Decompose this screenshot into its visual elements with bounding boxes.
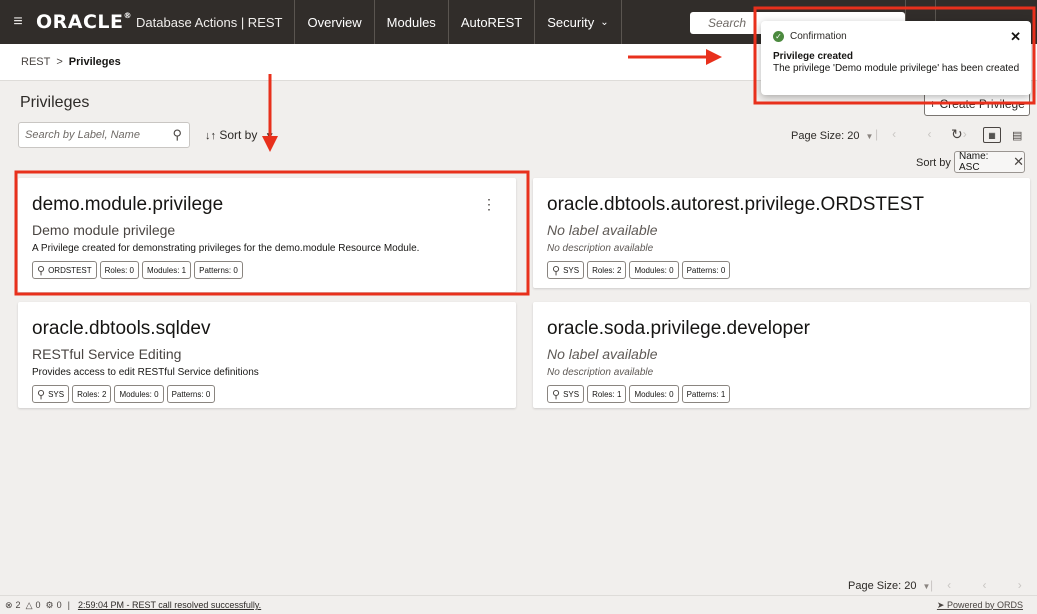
more-options-icon[interactable]: ⋮ bbox=[482, 196, 496, 213]
user-icon: ⚲ bbox=[552, 388, 561, 401]
close-icon[interactable]: ✕ bbox=[1010, 29, 1021, 45]
roles-chip: Roles: 1 bbox=[587, 385, 627, 403]
status-divider: | bbox=[67, 600, 70, 610]
privilege-card[interactable]: demo.module.privilege ⋮ Demo module priv… bbox=[18, 178, 516, 292]
card-chips: ⚲ ORDSTEST Roles: 0 Modules: 1 Patterns: … bbox=[32, 261, 246, 279]
sort-by-label: Sort by bbox=[219, 128, 258, 142]
search-input[interactable]: Search by Label, Name ⚲ bbox=[18, 122, 190, 148]
nav-security[interactable]: Security ⌄ bbox=[534, 0, 622, 44]
privilege-label: No label available bbox=[547, 222, 658, 238]
user-icon: ⚲ bbox=[37, 264, 46, 277]
owner-chip: ⚲ SYS bbox=[547, 261, 585, 279]
privilege-description: No description available bbox=[547, 367, 654, 378]
privilege-card[interactable]: oracle.dbtools.sqldev RESTful Service Ed… bbox=[18, 302, 516, 408]
status-bar: ⊗ 2 △ 0 ⚙ 0 | 2:59:04 PM - REST call res… bbox=[0, 595, 1037, 614]
nav-modules[interactable]: Modules bbox=[373, 0, 448, 44]
breadcrumb-separator: > bbox=[56, 56, 63, 68]
toast-header: ✓ Confirmation bbox=[773, 31, 847, 42]
privilege-card[interactable]: oracle.dbtools.autorest.privilege.ORDSTE… bbox=[533, 178, 1030, 288]
sort-by-button[interactable]: ↓↑ Sort by ▼ bbox=[205, 128, 275, 142]
powered-by-link[interactable]: ➤ Powered by ORDS bbox=[937, 600, 1023, 611]
chevron-down-icon: ⌄ bbox=[600, 16, 609, 28]
refresh-icon[interactable]: ↻ bbox=[951, 126, 963, 143]
roles-chip: Roles: 0 bbox=[99, 261, 139, 279]
confirmation-toast: ✓ Confirmation ✕ Privilege created The pr… bbox=[761, 21, 1031, 95]
caret-down-icon: ▼ bbox=[264, 131, 275, 142]
patterns-chip: Patterns: 1 bbox=[681, 385, 731, 403]
sort-icon: ↓↑ bbox=[205, 130, 216, 142]
rocket-icon: ➤ bbox=[936, 599, 947, 610]
close-icon[interactable]: ✕ bbox=[1013, 154, 1024, 170]
create-privilege-button[interactable]: + Create Privilege bbox=[924, 92, 1030, 116]
pagination-controls[interactable]: |‹ ‹ › bbox=[875, 127, 981, 141]
privilege-name[interactable]: oracle.dbtools.autorest.privilege.ORDSTE… bbox=[547, 194, 924, 216]
card-chips: ⚲ SYS Roles: 2 Modules: 0 Patterns: 0 bbox=[32, 385, 218, 403]
footer-pagination-controls[interactable]: |‹ ‹ › bbox=[930, 578, 1036, 592]
page-title: Privileges bbox=[20, 94, 90, 111]
patterns-chip: Patterns: 0 bbox=[194, 261, 243, 279]
privilege-description: A Privilege created for demonstrating pr… bbox=[32, 243, 420, 254]
privilege-label: Demo module privilege bbox=[32, 222, 176, 238]
sort-by-text: Sort by bbox=[916, 157, 951, 169]
sort-chip-label: Name: ASC bbox=[959, 151, 989, 173]
nav-overview[interactable]: Overview bbox=[294, 0, 373, 44]
user-icon: ⚲ bbox=[552, 264, 561, 277]
app-title: Database Actions | REST bbox=[136, 14, 283, 30]
footer-page-size-select[interactable]: Page Size: 20 ▼ bbox=[848, 580, 930, 592]
modules-chip: Modules: 0 bbox=[629, 385, 679, 403]
error-icon[interactable]: ⊗ bbox=[5, 600, 13, 611]
table-view-icon[interactable]: ▤ bbox=[1012, 129, 1022, 142]
sort-chip[interactable]: Name: ASC ✕ bbox=[954, 151, 1025, 173]
nav-autorest[interactable]: AutoREST bbox=[447, 0, 534, 44]
user-icon: ⚲ bbox=[37, 388, 46, 401]
search-icon: ⚲ bbox=[172, 127, 182, 142]
privilege-description: No description available bbox=[547, 243, 654, 254]
card-chips: ⚲ SYS Roles: 1 Modules: 0 Patterns: 1 bbox=[547, 385, 733, 403]
privilege-name[interactable]: demo.module.privilege bbox=[32, 194, 223, 216]
warning-icon[interactable]: △ bbox=[26, 600, 33, 611]
error-count: 2 bbox=[15, 600, 21, 610]
warning-count: 0 bbox=[35, 600, 41, 610]
modules-chip: Modules: 0 bbox=[629, 261, 679, 279]
owner-chip: ⚲ SYS bbox=[547, 385, 585, 403]
process-count: 0 bbox=[56, 600, 62, 610]
card-chips: ⚲ SYS Roles: 2 Modules: 0 Patterns: 0 bbox=[547, 261, 733, 279]
patterns-chip: Patterns: 0 bbox=[681, 261, 731, 279]
breadcrumb-rest[interactable]: REST bbox=[21, 56, 50, 68]
process-icon[interactable]: ⚙ bbox=[46, 600, 54, 611]
search-placeholder: Search by Label, Name bbox=[25, 129, 140, 141]
breadcrumb-current: Privileges bbox=[68, 56, 121, 68]
privilege-name[interactable]: oracle.soda.privilege.developer bbox=[547, 318, 810, 340]
privilege-card[interactable]: oracle.soda.privilege.developer No label… bbox=[533, 302, 1030, 408]
status-message[interactable]: 2:59:04 PM - REST call resolved successf… bbox=[78, 600, 261, 610]
roles-chip: Roles: 2 bbox=[72, 385, 112, 403]
privilege-label: RESTful Service Editing bbox=[32, 346, 182, 362]
toast-message: The privilege 'Demo module privilege' ha… bbox=[773, 63, 1020, 74]
privilege-description: Provides access to edit RESTful Service … bbox=[32, 367, 259, 378]
privilege-name[interactable]: oracle.dbtools.sqldev bbox=[32, 318, 211, 340]
privilege-label: No label available bbox=[547, 346, 658, 362]
oracle-logo: ORACLE® bbox=[36, 11, 133, 33]
patterns-chip: Patterns: 0 bbox=[166, 385, 216, 403]
caret-down-icon: ▼ bbox=[865, 132, 874, 141]
toast-title: Privilege created bbox=[773, 51, 854, 62]
roles-chip: Roles: 2 bbox=[587, 261, 627, 279]
menu-icon[interactable]: ≡ bbox=[4, 13, 32, 31]
check-circle-icon: ✓ bbox=[773, 31, 784, 42]
modules-chip: Modules: 1 bbox=[141, 261, 192, 279]
card-view-icon[interactable]: ▦ bbox=[983, 127, 1001, 143]
page-size-select[interactable]: Page Size: 20 ▼ bbox=[791, 130, 873, 142]
modules-chip: Modules: 0 bbox=[114, 385, 164, 403]
owner-chip: ⚲ ORDSTEST bbox=[32, 261, 97, 279]
owner-chip: ⚲ SYS bbox=[32, 385, 70, 403]
